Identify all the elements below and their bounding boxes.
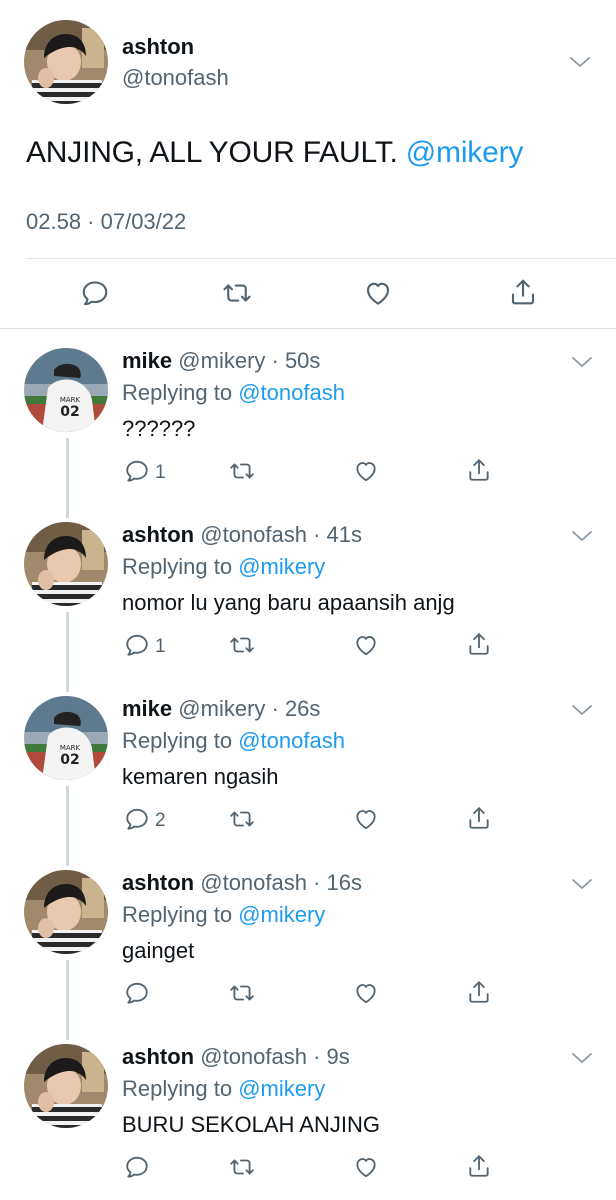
- author-name[interactable]: mike: [122, 348, 172, 373]
- reply-icon[interactable]: [124, 632, 150, 658]
- tweet-actions: [0, 270, 616, 316]
- mention-link[interactable]: @tonofash: [238, 728, 345, 753]
- author-handle-time[interactable]: @mikery · 50s: [178, 348, 320, 373]
- share-icon[interactable]: [508, 276, 538, 308]
- reply-tweet[interactable]: mike @mikery · 50s Replying to @tonofash…: [0, 348, 616, 498]
- reply-text: nomor lu yang baru apaansih anjg: [122, 590, 455, 615]
- share-icon[interactable]: [466, 1152, 492, 1180]
- mention-link[interactable]: @mikery: [238, 902, 325, 927]
- chevron-down-icon[interactable]: [568, 700, 596, 720]
- tweet-actions: 1: [0, 448, 616, 488]
- tweet-actions: 2: [0, 796, 616, 836]
- reply-tweet[interactable]: ashton @tonofash · 41s Replying to @mike…: [0, 522, 616, 672]
- mention-link[interactable]: @tonofash: [238, 380, 345, 405]
- replying-to-label: Replying to: [122, 554, 233, 579]
- divider: [26, 258, 616, 259]
- share-icon[interactable]: [466, 978, 492, 1006]
- retweet-icon[interactable]: [228, 1154, 256, 1180]
- chevron-down-icon[interactable]: [568, 1048, 596, 1068]
- reply-header: ashton @tonofash · 16s: [122, 870, 362, 896]
- reply-text: kemaren ngasih: [122, 764, 279, 789]
- like-icon[interactable]: [362, 278, 394, 308]
- replying-to: Replying to @tonofash: [122, 728, 345, 754]
- replying-to-label: Replying to: [122, 380, 233, 405]
- like-icon[interactable]: [352, 632, 380, 658]
- tweet-actions: [0, 1144, 616, 1184]
- replying-to-label: Replying to: [122, 1076, 233, 1101]
- author-name[interactable]: mike: [122, 696, 172, 721]
- author-name[interactable]: ashton: [122, 870, 194, 895]
- retweet-icon[interactable]: [228, 806, 256, 832]
- retweet-icon[interactable]: [228, 980, 256, 1006]
- avatar[interactable]: [24, 348, 108, 432]
- replying-to: Replying to @mikery: [122, 554, 325, 580]
- reply-icon[interactable]: [124, 806, 150, 832]
- author-name[interactable]: ashton: [122, 34, 194, 60]
- avatar[interactable]: [24, 522, 108, 606]
- like-icon[interactable]: [352, 806, 380, 832]
- avatar[interactable]: [24, 1044, 108, 1128]
- reply-count: 1: [155, 462, 166, 483]
- reply-text: gainget: [122, 938, 195, 963]
- reply-tweet[interactable]: ashton @tonofash · 16s Replying to @mike…: [0, 870, 616, 1020]
- replying-to-label: Replying to: [122, 902, 233, 927]
- reply-text: ??????: [122, 416, 196, 441]
- author-handle-time[interactable]: @tonofash · 16s: [200, 870, 362, 895]
- chevron-down-icon[interactable]: [568, 352, 596, 372]
- reply-count: 1: [155, 636, 166, 657]
- retweet-icon[interactable]: [228, 632, 256, 658]
- retweet-icon[interactable]: [222, 278, 252, 308]
- reply-icon[interactable]: [124, 458, 150, 484]
- replying-to: Replying to @mikery: [122, 1076, 325, 1102]
- chevron-down-icon[interactable]: [568, 874, 596, 894]
- reply-header: ashton @tonofash · 41s: [122, 522, 362, 548]
- reply-count: 2: [155, 810, 166, 831]
- author-name[interactable]: ashton: [122, 1044, 194, 1069]
- reply-text: BURU SEKOLAH ANJING: [122, 1112, 380, 1137]
- replying-to: Replying to @mikery: [122, 902, 325, 928]
- chevron-down-icon[interactable]: [566, 52, 594, 72]
- author-handle-time[interactable]: @mikery · 26s: [178, 696, 320, 721]
- share-icon[interactable]: [466, 630, 492, 658]
- author-name[interactable]: ashton: [122, 522, 194, 547]
- mention-link[interactable]: @mikery: [238, 1076, 325, 1101]
- tweet-actions: 1: [0, 622, 616, 662]
- avatar[interactable]: [24, 696, 108, 780]
- avatar[interactable]: [24, 20, 108, 104]
- reply-tweet[interactable]: mike @mikery · 26s Replying to @tonofash…: [0, 696, 616, 846]
- author-handle-time[interactable]: @tonofash · 41s: [200, 522, 362, 547]
- chevron-down-icon[interactable]: [568, 526, 596, 546]
- like-icon[interactable]: [352, 458, 380, 484]
- reply-header: mike @mikery · 26s: [122, 696, 320, 722]
- reply-icon[interactable]: [124, 980, 150, 1006]
- tweet-timestamp[interactable]: 02.58 · 07/03/22: [26, 209, 186, 235]
- reply-tweet[interactable]: ashton @tonofash · 9s Replying to @miker…: [0, 1044, 616, 1194]
- reply-icon[interactable]: [124, 1154, 150, 1180]
- reply-header: mike @mikery · 50s: [122, 348, 320, 374]
- mention-link[interactable]: @mikery: [406, 136, 524, 169]
- tweet-actions: [0, 970, 616, 1010]
- share-icon[interactable]: [466, 804, 492, 832]
- mention-link[interactable]: @mikery: [238, 554, 325, 579]
- reply-icon[interactable]: [80, 278, 110, 308]
- replying-to: Replying to @tonofash: [122, 380, 345, 406]
- like-icon[interactable]: [352, 980, 380, 1006]
- tweet-body: ANJING, ALL YOUR FAULT.: [26, 136, 398, 169]
- replying-to-label: Replying to: [122, 728, 233, 753]
- reply-header: ashton @tonofash · 9s: [122, 1044, 350, 1070]
- tweet-text: ANJING, ALL YOUR FAULT. @mikery: [26, 136, 523, 170]
- author-handle[interactable]: @tonofash: [122, 65, 229, 91]
- section-divider: [0, 328, 616, 329]
- retweet-icon[interactable]: [228, 458, 256, 484]
- avatar[interactable]: [24, 870, 108, 954]
- share-icon[interactable]: [466, 456, 492, 484]
- author-handle-time[interactable]: @tonofash · 9s: [200, 1044, 350, 1069]
- like-icon[interactable]: [352, 1154, 380, 1180]
